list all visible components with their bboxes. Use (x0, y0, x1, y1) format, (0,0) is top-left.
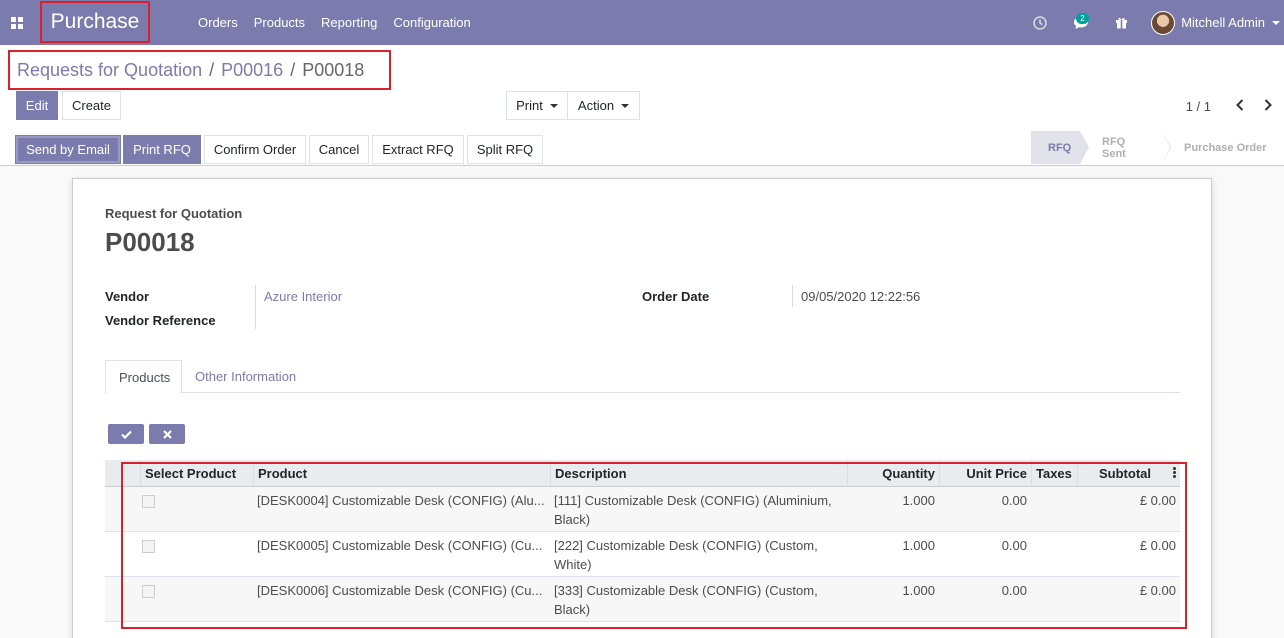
pager-previous-icon[interactable] (1235, 98, 1245, 112)
product-cell[interactable]: [DESK0005] Customizable Desk (CONFIG) (C… (253, 536, 550, 555)
activity-clock-icon[interactable] (1021, 0, 1059, 45)
stage-rfq[interactable]: RFQ (1032, 131, 1089, 164)
table-header: Select Product Product Description Quant… (105, 460, 1180, 487)
breadcrumb-item-p00016[interactable]: P00016 (221, 60, 283, 81)
table-row[interactable]: [DESK0006] Customizable Desk (CONFIG) (C… (105, 577, 1180, 622)
message-count-badge: 2 (1076, 13, 1089, 24)
subtotal-cell: £ 0.00 (1139, 493, 1176, 508)
menu-products[interactable]: Products (246, 15, 313, 30)
select-product-checkbox[interactable] (142, 495, 155, 508)
menu-configuration[interactable]: Configuration (385, 15, 478, 30)
order-lines-table: Select Product Product Description Quant… (105, 460, 1180, 622)
order-date-field[interactable]: 09/05/2020 12:22:56 (801, 289, 920, 304)
description-cell[interactable]: [333] Customizable Desk (CONFIG) (Custom… (550, 581, 847, 619)
user-menu[interactable]: Mitchell Admin (1139, 0, 1284, 45)
chevron-down-icon (1272, 20, 1280, 25)
caret-down-icon (549, 103, 558, 108)
discard-button[interactable] (149, 424, 185, 444)
send-by-email-button[interactable]: Send by Email (15, 135, 121, 164)
user-name: Mitchell Admin (1181, 15, 1265, 30)
avatar (1151, 10, 1176, 35)
column-header-taxes[interactable]: Taxes (1031, 460, 1077, 486)
breadcrumb: Requests for Quotation / P00016 / P00018 (8, 50, 391, 90)
pager-value[interactable]: 1 / 1 (1186, 99, 1211, 114)
app-brand[interactable]: Purchase (40, 1, 150, 43)
gift-icon[interactable] (1103, 0, 1139, 45)
control-panel: Requests for Quotation / P00016 / P00018… (0, 45, 1284, 166)
stage-rfq-sent[interactable]: RFQ Sent (1080, 131, 1171, 164)
unit-price-cell[interactable]: 0.00 (939, 536, 1031, 555)
vendor-reference-label: Vendor Reference (105, 313, 216, 328)
column-header-select-product[interactable]: Select Product (140, 460, 253, 486)
product-cell[interactable]: [DESK0006] Customizable Desk (CONFIG) (C… (253, 581, 550, 600)
menu-reporting[interactable]: Reporting (313, 15, 385, 30)
breadcrumb-current: P00018 (302, 59, 365, 80)
breadcrumb-separator: / (209, 59, 215, 80)
print-label: Print (516, 98, 543, 113)
print-rfq-button[interactable]: Print RFQ (123, 135, 201, 164)
column-header-unit-price[interactable]: Unit Price (939, 460, 1031, 486)
extract-rfq-button[interactable]: Extract RFQ (372, 135, 464, 164)
description-cell[interactable]: [222] Customizable Desk (CONFIG) (Custom… (550, 536, 847, 574)
pager-next-icon[interactable] (1263, 98, 1273, 112)
column-header-quantity[interactable]: Quantity (847, 460, 939, 486)
tab-products[interactable]: Products (105, 360, 182, 394)
column-header-subtotal[interactable]: Subtotal (1077, 460, 1180, 486)
apps-menu-icon[interactable] (0, 0, 34, 45)
select-product-checkbox[interactable] (142, 540, 155, 553)
split-rfq-button[interactable]: Split RFQ (467, 135, 543, 164)
stage-purchase-order[interactable]: Purchase Order (1162, 131, 1284, 164)
stage-label: RFQ Sent (1102, 135, 1126, 160)
column-header-product[interactable]: Product (253, 460, 550, 486)
unit-price-cell[interactable]: 0.00 (939, 491, 1031, 510)
messaging-icon[interactable]: 2 (1059, 0, 1103, 45)
vendor-label: Vendor (105, 289, 150, 304)
description-cell[interactable]: [111] Customizable Desk (CONFIG) (Alumin… (550, 491, 847, 529)
stage-label: RFQ (1048, 141, 1072, 154)
breadcrumb-separator: / (290, 59, 296, 80)
order-date-label: Order Date (642, 289, 710, 304)
column-header-description[interactable]: Description (550, 460, 847, 486)
page-title: P00018 (105, 227, 195, 257)
optional-columns-icon[interactable] (1173, 467, 1176, 479)
product-cell[interactable]: [DESK0004] Customizable Desk (CONFIG) (A… (253, 491, 550, 510)
notebook-tabs: Products Other Information (105, 360, 1180, 394)
row-handle-header (105, 460, 140, 486)
vendor-field[interactable]: Azure Interior (264, 289, 342, 304)
action-dropdown[interactable]: Action (567, 91, 640, 120)
table-row[interactable]: [DESK0004] Customizable Desk (CONFIG) (A… (105, 487, 1180, 532)
confirm-check-button[interactable] (108, 424, 144, 444)
status-bar: RFQ RFQ Sent Purchase Order (1031, 131, 1284, 164)
print-dropdown[interactable]: Print (506, 91, 568, 120)
quantity-cell[interactable]: 1.000 (847, 491, 939, 510)
select-product-checkbox[interactable] (142, 585, 155, 598)
quantity-cell[interactable]: 1.000 (847, 581, 939, 600)
edit-button[interactable]: Edit (16, 91, 58, 120)
unit-price-cell[interactable]: 0.00 (939, 581, 1031, 600)
top-navbar: Purchase Orders Products Reporting Confi… (0, 0, 1284, 45)
table-row[interactable]: [DESK0005] Customizable Desk (CONFIG) (C… (105, 532, 1180, 577)
quantity-cell[interactable]: 1.000 (847, 536, 939, 555)
create-button[interactable]: Create (62, 91, 121, 120)
caret-down-icon (621, 103, 630, 108)
form-sheet: Request for Quotation P00018 Vendor Azur… (72, 178, 1212, 638)
confirm-order-button[interactable]: Confirm Order (204, 135, 306, 164)
close-icon (162, 429, 172, 439)
breadcrumb-item-rfqs[interactable]: Requests for Quotation (17, 60, 202, 81)
subtotal-cell: £ 0.00 (1139, 538, 1176, 553)
action-label: Action (577, 98, 615, 113)
systray: 2 Mitchell Admin (1021, 0, 1284, 45)
menu-orders[interactable]: Orders (190, 15, 246, 30)
tab-other-information[interactable]: Other Information (182, 360, 309, 393)
subtotal-cell: £ 0.00 (1139, 583, 1176, 598)
cancel-button[interactable]: Cancel (309, 135, 369, 164)
main-menu: Orders Products Reporting Configuration (190, 0, 479, 45)
check-icon (120, 430, 132, 439)
document-type: Request for Quotation (105, 206, 243, 221)
stage-label: Purchase Order (1184, 141, 1267, 154)
